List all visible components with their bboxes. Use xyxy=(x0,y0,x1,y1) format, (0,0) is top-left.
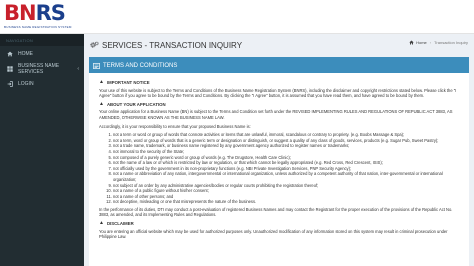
accordingly-text: Accordingly, it is your responsibility t… xyxy=(99,123,251,129)
main-content: SERVICES - TRANSACTION INQUIRY Home › Tr… xyxy=(84,34,474,266)
login-icon xyxy=(7,80,13,87)
terms-box-header: TERMS AND CONDITIONS xyxy=(89,59,469,73)
breadcrumb-home[interactable]: Home xyxy=(416,40,427,45)
application-heading-text: ABOUT YOUR APPLICATION xyxy=(106,101,166,107)
sidebar-item-label: HOME xyxy=(18,50,33,57)
breadcrumb-separator: › xyxy=(429,40,432,45)
page-title-text: SERVICES - TRANSACTION INQUIRY xyxy=(102,40,243,50)
logo-wordmark: BNRS xyxy=(4,3,74,24)
list-item: not deceptive, misleading or one that mi… xyxy=(113,199,459,205)
sidebar-item-business-name-services[interactable]: BUSINESS NAME SERVICES ‹ xyxy=(0,61,84,76)
disclaimer-text: You are entering an official website whi… xyxy=(99,228,448,240)
grid-icon xyxy=(7,65,13,72)
terms-body: ▲ IMPORTANT NOTICE Your use of this webs… xyxy=(89,73,469,240)
breadcrumb: Home › Transaction Inquiry xyxy=(409,40,468,45)
sidebar-item-login[interactable]: LOGIN xyxy=(0,76,84,91)
notice-heading-text: IMPORTANT NOTICE xyxy=(106,80,150,85)
terms-box-title: TERMS AND CONDITIONS xyxy=(103,63,178,69)
performance-text: In the performance of its duties, DTI ma… xyxy=(99,206,453,218)
logo-part-2: RS xyxy=(35,1,66,25)
home-icon xyxy=(7,51,13,57)
warning-icon: ▲ xyxy=(99,100,104,107)
requirements-list: not a term or word or group of words tha… xyxy=(99,132,459,205)
sidebar-item-label: BUSINESS NAME SERVICES xyxy=(18,62,60,75)
application-text: Your online application for a Business N… xyxy=(99,109,453,120)
logo-tagline: BUSINESS NAME REGISTRATION SYSTEM xyxy=(4,25,72,29)
sidebar-item-label: LOGIN xyxy=(18,80,34,87)
notice-heading: ▲ IMPORTANT NOTICE xyxy=(99,79,459,86)
home-icon xyxy=(409,40,414,45)
notice-text: Your use of this website is subject to t… xyxy=(99,87,457,99)
page-title: SERVICES - TRANSACTION INQUIRY xyxy=(90,41,242,50)
top-header: BNRS BUSINESS NAME REGISTRATION SYSTEM xyxy=(0,0,474,34)
page-header: SERVICES - TRANSACTION INQUIRY xyxy=(84,34,474,56)
chevron-left-icon: ‹ xyxy=(77,65,79,72)
bnrs-logo[interactable]: BNRS BUSINESS NAME REGISTRATION SYSTEM xyxy=(4,3,74,31)
warning-icon: ▲ xyxy=(99,220,104,227)
logo-part-1: BN xyxy=(4,1,37,25)
sidebar: NAVIGATION HOME BUSINESS NAME SERVICES ‹… xyxy=(0,34,84,266)
disclaimer-heading: ▲ DISCLAIMER xyxy=(99,220,459,227)
application-heading: ▲ ABOUT YOUR APPLICATION xyxy=(99,100,459,108)
warning-icon: ▲ xyxy=(99,79,104,85)
sidebar-item-home[interactable]: HOME xyxy=(0,46,84,61)
sidebar-header: NAVIGATION xyxy=(0,34,84,46)
gears-icon xyxy=(90,41,99,48)
list-item: not a name or abbreviation of any nation… xyxy=(113,171,459,182)
list-icon xyxy=(93,63,100,69)
disclaimer-heading-text: DISCLAIMER xyxy=(106,221,134,227)
terms-box: TERMS AND CONDITIONS ▲ IMPORTANT NOTICE … xyxy=(89,57,469,266)
breadcrumb-current: Transaction Inquiry xyxy=(434,40,468,45)
